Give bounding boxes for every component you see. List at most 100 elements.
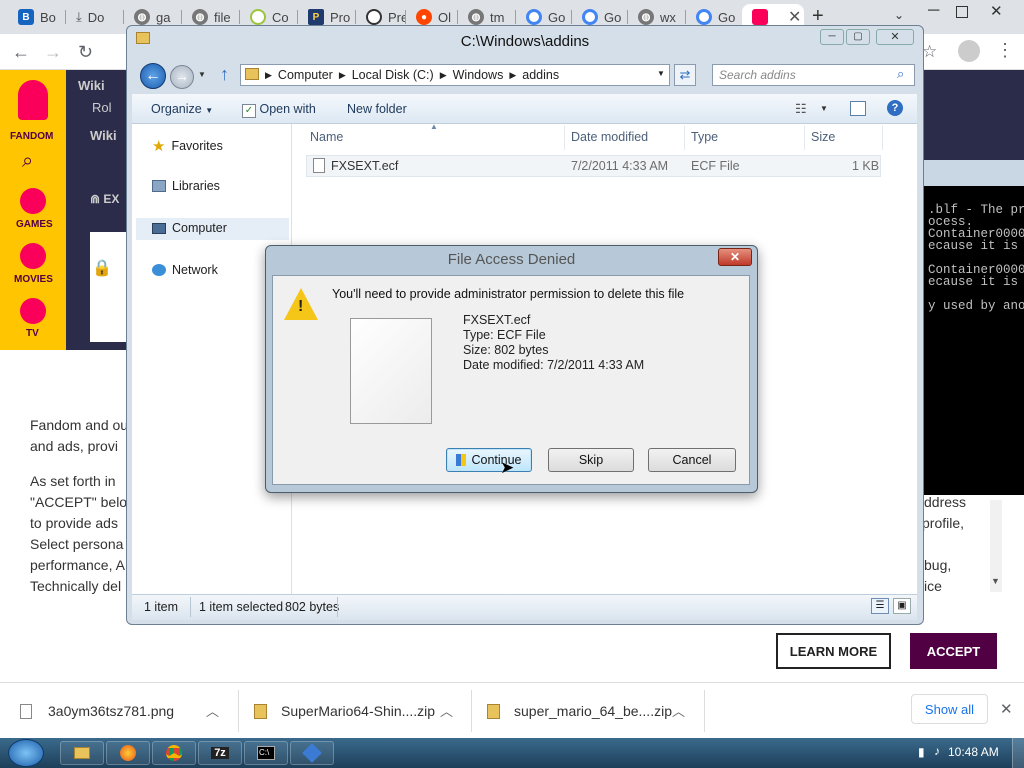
- taskbar-explorer-icon[interactable]: [60, 741, 104, 765]
- tab-label: file: [214, 9, 231, 25]
- view-dropdown-icon[interactable]: ▼: [820, 104, 828, 113]
- file-name[interactable]: FXSEXT.ecf: [331, 159, 398, 173]
- up-folder-icon[interactable]: ↑: [220, 64, 229, 85]
- volume-tray-icon[interactable]: ♪: [934, 744, 940, 758]
- 7zip-icon: 7z: [211, 747, 229, 759]
- column-header-type[interactable]: Type: [691, 130, 718, 144]
- breadcrumb-arrow-icon: ▶: [338, 69, 346, 80]
- column-header-size[interactable]: Size: [811, 130, 835, 144]
- start-button-icon[interactable]: [8, 739, 44, 767]
- fandom-heart-logo-icon[interactable]: [18, 80, 48, 120]
- nav-network[interactable]: Network: [152, 263, 218, 277]
- tab-label: Pro: [330, 9, 351, 25]
- tab-2[interactable]: ⤓ Do: [66, 4, 124, 30]
- clock-icon: [366, 9, 382, 25]
- continue-button[interactable]: Continue: [446, 448, 532, 472]
- tab-1[interactable]: B Bo: [8, 4, 66, 30]
- status-item-count: 1 item: [144, 600, 179, 614]
- wiki-label[interactable]: Wiki: [78, 78, 105, 93]
- accept-button[interactable]: ACCEPT: [910, 633, 997, 669]
- breadcrumb-addins[interactable]: addins: [522, 68, 559, 82]
- forward-icon[interactable]: →: [44, 42, 62, 63]
- cube-icon: [302, 743, 322, 763]
- close-window-icon[interactable]: ✕: [990, 2, 1003, 20]
- wiki-label[interactable]: Wiki: [90, 128, 117, 143]
- chevron-up-icon[interactable]: ︿: [206, 701, 219, 720]
- reload-icon[interactable]: ↻: [78, 42, 93, 63]
- consent-text-fragment: ice: [924, 578, 942, 594]
- address-bar[interactable]: ▶ Computer ▶ Local Disk (C:) ▶ Windows ▶…: [240, 64, 670, 86]
- details-view-icon[interactable]: ☰: [871, 598, 889, 614]
- minimize-icon[interactable]: ─: [820, 29, 844, 45]
- taskbar-virtualbox-icon[interactable]: [290, 741, 334, 765]
- back-arrow-icon[interactable]: ←: [140, 63, 166, 89]
- chevron-up-icon[interactable]: ︿: [440, 701, 453, 720]
- tab-search-chevron-icon[interactable]: ⌄: [894, 8, 904, 22]
- taskbar-7zip-icon[interactable]: 7z: [198, 741, 242, 765]
- breadcrumb-windows[interactable]: Windows: [453, 68, 504, 82]
- games-icon[interactable]: [20, 188, 46, 214]
- show-all-button[interactable]: Show all: [911, 694, 988, 724]
- movies-icon[interactable]: [20, 243, 46, 269]
- column-separator[interactable]: [804, 126, 805, 150]
- cmd-window[interactable]: .blf - The pr ocess. Container0000 ecaus…: [918, 160, 1024, 495]
- breadcrumb-local-disk[interactable]: Local Disk (C:): [352, 68, 434, 82]
- rail-label-movies[interactable]: MOVIES: [14, 274, 53, 285]
- back-icon[interactable]: ←: [12, 42, 30, 63]
- search-input[interactable]: Search addins ⌕: [712, 64, 915, 86]
- taskbar-firefox-icon[interactable]: [106, 741, 150, 765]
- dialog-close-icon[interactable]: ✕: [718, 248, 752, 266]
- taskbar-chrome-icon[interactable]: [152, 741, 196, 765]
- address-dropdown-icon[interactable]: ▼: [657, 69, 665, 78]
- avatar[interactable]: [958, 40, 980, 62]
- show-desktop-button[interactable]: [1012, 738, 1024, 768]
- open-with-label: Open with: [259, 102, 316, 116]
- view-options-icon[interactable]: ☷: [795, 101, 807, 117]
- search-icon[interactable]: ⌕: [22, 150, 33, 173]
- menu-kebab-icon[interactable]: ⋮: [996, 40, 1014, 61]
- restore-icon[interactable]: [956, 6, 968, 18]
- learn-more-button[interactable]: LEARN MORE: [776, 633, 891, 669]
- new-folder-button[interactable]: New folder: [347, 102, 407, 116]
- rail-label-games[interactable]: GAMES: [16, 219, 53, 230]
- rail-label-tv[interactable]: TV: [26, 328, 39, 339]
- column-header-name[interactable]: Name: [310, 130, 343, 144]
- download-item[interactable]: super_mario_64_be....zip: [487, 700, 672, 722]
- download-item[interactable]: SuperMario64-Shin....zip: [254, 700, 435, 722]
- nav-computer[interactable]: Computer: [152, 221, 227, 235]
- close-icon[interactable]: ✕: [876, 29, 914, 45]
- history-chevron-icon[interactable]: ▼: [198, 70, 206, 79]
- bookmark-star-icon[interactable]: ☆: [922, 42, 937, 62]
- taskbar-clock[interactable]: 10:48 AM: [948, 745, 999, 759]
- cancel-button[interactable]: Cancel: [648, 448, 736, 472]
- large-icons-view-icon[interactable]: ▣: [893, 598, 911, 614]
- column-separator[interactable]: [564, 126, 565, 150]
- refresh-icon[interactable]: ⇄: [674, 64, 696, 86]
- search-icon[interactable]: ⌕: [897, 66, 904, 82]
- explore-label[interactable]: ⋒ EX: [90, 192, 119, 206]
- scroll-down-icon[interactable]: ▼: [991, 576, 1000, 586]
- open-with-button[interactable]: ✓ Open with: [242, 102, 316, 118]
- preview-pane-icon[interactable]: [850, 101, 866, 116]
- column-separator[interactable]: [684, 126, 685, 150]
- breadcrumb-computer[interactable]: Computer: [278, 68, 333, 82]
- globe-icon: ◍: [638, 9, 654, 25]
- column-header-date[interactable]: Date modified: [571, 130, 648, 144]
- nav-favorites[interactable]: ★ Favorites: [152, 137, 223, 155]
- column-separator[interactable]: [882, 126, 883, 150]
- maximize-icon[interactable]: ▢: [846, 29, 870, 45]
- star-icon: ★: [152, 138, 166, 155]
- skip-button[interactable]: Skip: [548, 448, 634, 472]
- tv-icon[interactable]: [20, 298, 46, 324]
- forward-arrow-icon[interactable]: →: [170, 65, 194, 89]
- network-tray-icon[interactable]: ▮: [918, 745, 925, 759]
- nav-libraries[interactable]: Libraries: [152, 179, 220, 193]
- close-tab-icon[interactable]: ✕: [788, 7, 801, 27]
- taskbar-cmd-icon[interactable]: C:\: [244, 741, 288, 765]
- help-icon[interactable]: ?: [887, 100, 903, 116]
- chevron-up-icon[interactable]: ︿: [672, 701, 685, 720]
- download-item[interactable]: 3a0ym36tsz781.png: [20, 700, 174, 722]
- organize-button[interactable]: Organize ▼: [151, 102, 213, 116]
- minimize-icon[interactable]: ─: [928, 2, 939, 20]
- close-downloads-icon[interactable]: ✕: [1000, 700, 1013, 718]
